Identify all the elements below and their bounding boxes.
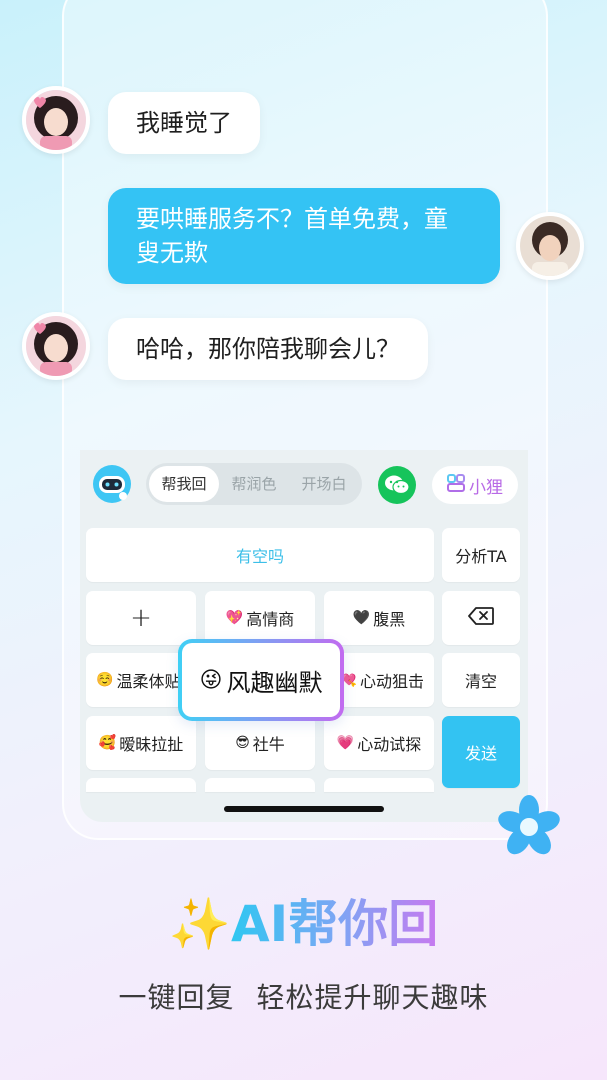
winking-tongue-face-icon: 😜 [199,667,223,693]
message-bubble-me: 要哄睡服务不？首单免费，童 叟无欺 [108,188,500,284]
xiaoli-icon [447,473,465,497]
backspace-button[interactable] [442,591,520,645]
style-popup-fengqu[interactable]: 😜 风趣幽默 [178,639,344,721]
her-avatar[interactable] [22,86,90,154]
style-label: 暧昧拉扯 [119,735,184,754]
promo-subline: 一键回复 轻松提升聊天趣味 [118,981,489,1014]
style-label: 心动试探 [357,735,422,754]
key-row-partial [86,778,196,792]
send-button[interactable]: 发送 [442,716,520,788]
wechat-icon[interactable] [378,466,416,504]
keyboard-toolbar: 帮我回 帮润色 开场白 小狸 [80,450,528,522]
style-gaoqingshang[interactable]: 💖 高情商 [205,591,315,645]
style-xindongshitan[interactable]: 💗 心动试探 [324,716,434,770]
home-indicator [224,806,384,812]
sparkles-icon: ✨ [168,895,231,953]
message-bubble-her: 我睡觉了 [108,92,260,154]
robot-logo-icon[interactable] [92,464,132,504]
style-aimei[interactable]: 🥰 暧昧拉扯 [86,716,196,770]
style-label: 温柔体贴 [116,672,181,691]
smile-icon: ☺️ [96,672,114,688]
tab-polish[interactable]: 帮润色 [219,466,289,502]
backspace-icon [468,607,494,629]
xiaoli-label: 小狸 [469,477,503,498]
message-text: 哈哈，那你陪我聊会儿？ [136,335,400,363]
style-sheniu[interactable]: 😎 社牛 [205,716,315,770]
clear-button[interactable]: 清空 [442,653,520,707]
flower-icon [496,794,562,860]
style-label: 心动狙击 [359,672,424,691]
message-bubble-her: 哈哈，那你陪我聊会儿？ [108,318,428,380]
message-text: 我睡觉了 [136,109,232,137]
black-heart-icon: 🖤 [352,610,371,626]
key-row-partial [324,778,434,792]
style-label: 腹黑 [373,610,406,629]
key-row-partial [205,778,315,792]
analyze-label: 分析TA [455,547,507,566]
xiaoli-button[interactable]: 小狸 [432,466,518,504]
popup-content: 😜 风趣幽默 [182,643,340,717]
style-label: 社牛 [252,735,285,754]
style-label: 高情商 [246,610,295,629]
pink-heart-icon: 💗 [336,735,355,751]
tab-opener[interactable]: 开场白 [289,466,359,502]
my-avatar[interactable] [516,212,584,280]
headline-text: AI帮你回 [230,895,439,953]
plus-icon: + [130,603,152,633]
promo-headline: ✨AI帮你回 [0,884,607,956]
blush-face-icon: 🥰 [98,735,117,751]
mode-tabs: 帮我回 帮润色 开场白 [146,463,362,505]
sunglasses-icon: 😎 [235,735,250,751]
heart-icon: 💖 [225,610,244,626]
send-label: 发送 [464,744,497,763]
style-fuhei[interactable]: 🖤 腹黑 [324,591,434,645]
clear-label: 清空 [464,672,497,691]
suggestion-label: 有空吗 [235,547,284,566]
analyze-ta-button[interactable]: 分析TA [442,528,520,582]
suggestion-key[interactable]: 有空吗 [86,528,434,582]
popup-label: 风趣幽默 [226,668,323,697]
message-text-line: 要哄睡服务不？首单免费，童 [136,205,448,233]
message-text-line: 叟无欺 [136,239,208,267]
plus-button[interactable]: + [86,591,196,645]
tab-help-reply[interactable]: 帮我回 [149,466,219,502]
her-avatar-2[interactable] [22,312,90,380]
